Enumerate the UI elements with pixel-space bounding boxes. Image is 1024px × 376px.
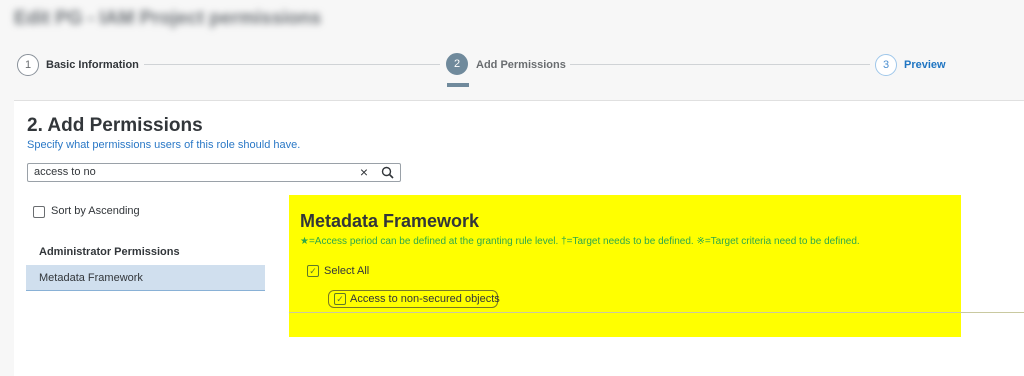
- category-group-header: Administrator Permissions: [39, 246, 180, 258]
- step-1-label[interactable]: Basic Information: [46, 59, 139, 71]
- step-2-label[interactable]: Add Permissions: [476, 59, 566, 71]
- section-subtitle: Specify what permissions users of this r…: [27, 139, 301, 151]
- step-2-circle[interactable]: 2: [446, 53, 468, 75]
- select-all-checkbox[interactable]: ✓: [307, 265, 319, 277]
- permission-label: Access to non-secured objects: [350, 293, 500, 305]
- divider: [289, 312, 1024, 313]
- step-connector: [144, 64, 440, 65]
- step-connector: [570, 64, 870, 65]
- permission-legend: ★=Access period can be defined at the gr…: [300, 236, 860, 247]
- permission-item-non-secured-objects[interactable]: ✓ Access to non-secured objects: [328, 290, 500, 308]
- page-title: Edit PG - IAM Project permissions: [14, 8, 322, 29]
- search-input[interactable]: access to no: [34, 166, 96, 178]
- select-all-label: Select All: [324, 265, 370, 277]
- wizard-stepper: 1 Basic Information 2 Add Permissions 3 …: [0, 48, 1024, 88]
- detail-title: Metadata Framework: [300, 211, 480, 231]
- clear-icon[interactable]: ×: [360, 164, 368, 181]
- category-item-label: Metadata Framework: [39, 272, 143, 284]
- sort-ascending-label: Sort by Ascending: [51, 205, 140, 217]
- search-icon[interactable]: [381, 166, 394, 179]
- permission-search[interactable]: access to no ×: [27, 163, 401, 182]
- section-title: 2. Add Permissions: [27, 115, 203, 136]
- category-item-metadata-framework[interactable]: Metadata Framework: [26, 265, 265, 291]
- active-step-indicator: [447, 83, 469, 87]
- step-3-circle[interactable]: 3: [875, 54, 897, 76]
- sort-ascending-checkbox[interactable]: [33, 206, 45, 218]
- permission-detail-section: Metadata Framework ★=Access period can b…: [289, 195, 1024, 337]
- step-1-circle[interactable]: 1: [17, 54, 39, 76]
- step-3-label[interactable]: Preview: [904, 59, 946, 71]
- permission-checkbox[interactable]: ✓: [334, 293, 346, 305]
